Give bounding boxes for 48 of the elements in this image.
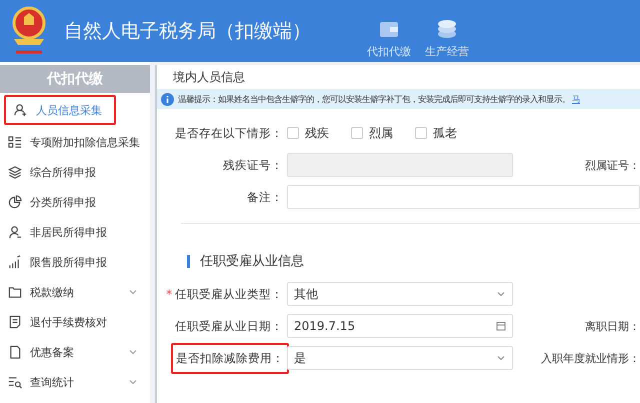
date-field[interactable]: 2019.7.15: [287, 314, 513, 338]
section-title: 任职受雇从业信息: [200, 253, 304, 270]
calendar-icon: [496, 321, 506, 331]
notice-text: 温馨提示：如果姓名当中包含生僻字的，您可以安装生僻字补丁包，安装完成后即可支持生僻字的录入和显示。: [178, 94, 570, 104]
checkbox-label: 残疾: [305, 124, 329, 142]
field-label: 烈属证号：: [585, 158, 640, 172]
sidebar-item[interactable]: 人员信息采集: [4, 95, 116, 125]
app-title: 自然人电子税务局（扣缴端）: [64, 19, 311, 44]
chevron-down-icon: [496, 289, 506, 299]
sidebar-item[interactable]: 查询统计: [0, 367, 144, 397]
input-field[interactable]: [287, 185, 640, 209]
checkbox-label: 烈属: [369, 124, 393, 142]
sidebar-item[interactable]: 优惠备案: [0, 337, 144, 367]
user-plus-icon: [14, 103, 28, 117]
field-label: 任职受雇从业日期：: [175, 318, 283, 334]
field-label: 备注：: [247, 190, 283, 204]
document-icon: [8, 315, 22, 329]
checkbox[interactable]: [415, 127, 427, 139]
sidebar-item[interactable]: 分类所得申报: [0, 187, 144, 217]
sidebar-item[interactable]: 综合所得申报: [0, 157, 144, 187]
field-label: 离职日期：: [585, 318, 640, 334]
coins-icon: [436, 18, 458, 40]
sidebar-item[interactable]: 退付手续费核对: [0, 307, 144, 337]
select-field[interactable]: 是: [287, 346, 513, 370]
field-label: 入职年度就业情形：: [541, 350, 640, 366]
folder-icon: [8, 285, 22, 299]
bar-chart-icon: [8, 255, 22, 269]
card-title: 境内人员信息: [172, 68, 246, 86]
pie-chart-icon: [8, 195, 22, 209]
checkbox-label: 孤老: [433, 124, 457, 142]
field-label: * 任职受雇从业类型：: [166, 286, 283, 302]
list-icon: [8, 135, 22, 149]
sidebar-item[interactable]: 专项附加扣除信息采集: [0, 127, 144, 157]
checkbox[interactable]: [287, 127, 299, 139]
field-label: 是否存在以下情形：: [175, 126, 283, 140]
info-icon: [161, 92, 174, 106]
checkbox[interactable]: [351, 127, 363, 139]
sidebar-item[interactable]: 非居民所得申报: [0, 217, 144, 247]
sidebar-item[interactable]: 限售股所得申报: [0, 247, 144, 277]
user-icon: [8, 225, 22, 239]
search-list-icon: [8, 375, 22, 389]
chevron-down-icon: [496, 353, 506, 363]
file-icon: [8, 345, 22, 359]
select-field[interactable]: 其他: [287, 282, 513, 306]
sidebar-item[interactable]: 税款缴纳: [0, 277, 144, 307]
sidebar-heading: 代扣代缴: [0, 65, 150, 93]
field-label: 残疾证号：: [223, 158, 283, 172]
layers-icon: [8, 165, 22, 179]
